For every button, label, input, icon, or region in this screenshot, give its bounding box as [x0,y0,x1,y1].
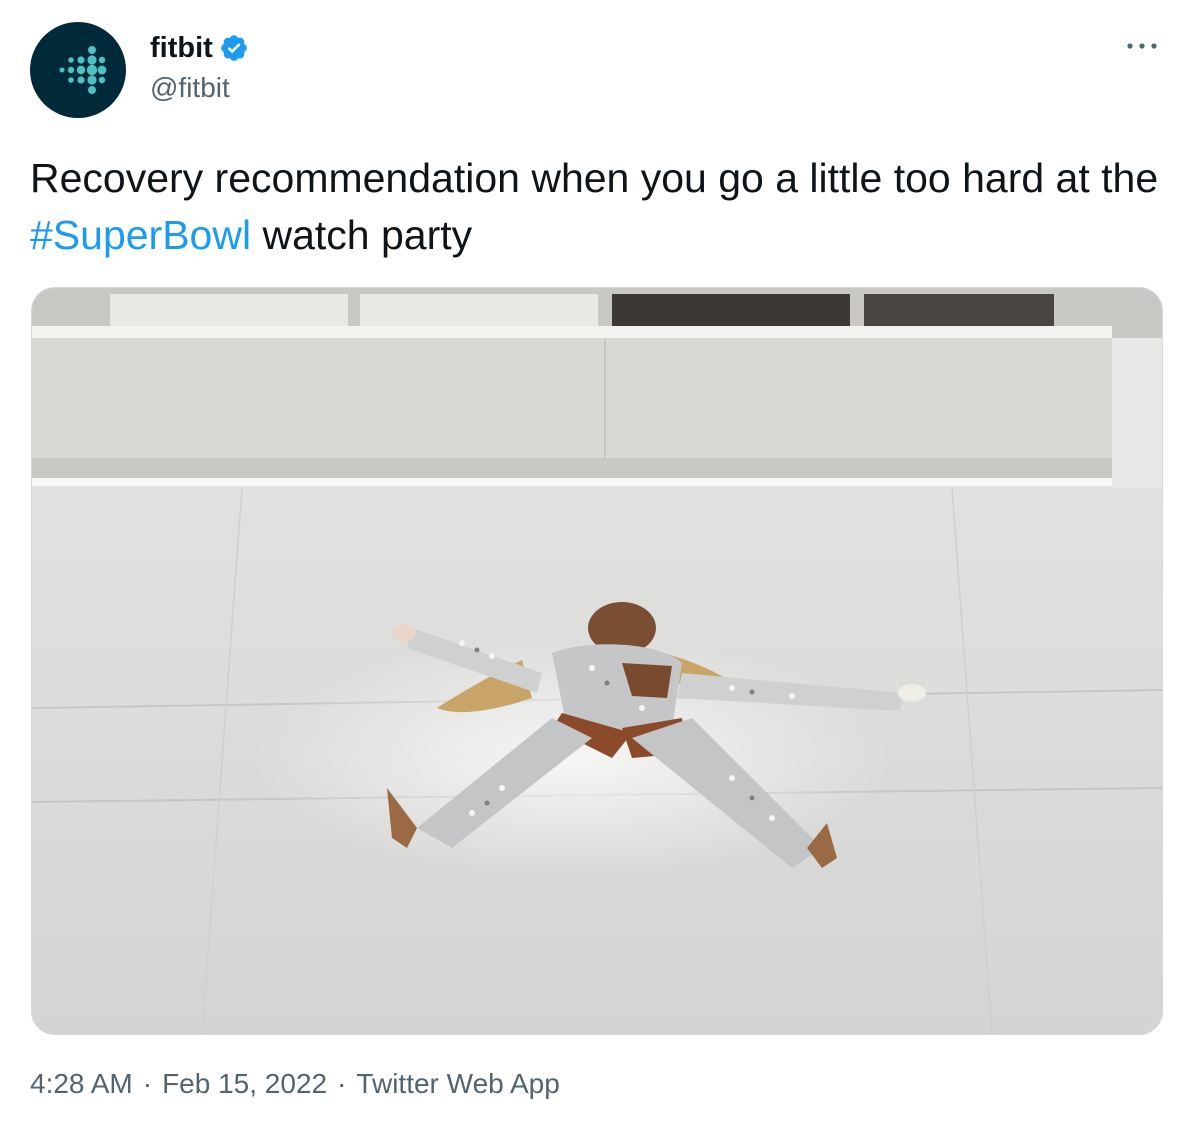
separator-dot: · [337,1068,347,1099]
tweet-text-part2: watch party [251,212,473,258]
display-name[interactable]: fitbit [150,32,213,65]
timestamp-time[interactable]: 4:28 AM [30,1068,133,1100]
tweet-photo[interactable] [31,287,1163,1035]
photo-illustration [32,288,1162,1034]
timestamp-date[interactable]: Feb 15, 2022 [162,1068,327,1100]
handle[interactable]: @fitbit [150,72,249,104]
tweet-text: Recovery recommendation when you go a li… [30,150,1160,264]
tweet-source[interactable]: Twitter Web App [356,1068,559,1100]
separator-dot: · [142,1068,153,1099]
avatar[interactable] [30,22,126,118]
fitbit-logo-icon [59,46,107,94]
tweet-metadata: 4:28 AM · Feb 15, 2022 · Twitter Web App [30,1068,560,1100]
tweet-card: fitbit @fitbit Recovery recommendation w… [0,0,1194,1128]
verified-badge-icon [221,35,247,61]
tweet-text-part1: Recovery recommendation when you go a li… [30,155,1159,201]
name-row: fitbit [150,30,249,66]
hashtag-link[interactable]: #SuperBowl [30,212,251,258]
author-block: fitbit @fitbit [150,30,249,104]
more-options-icon[interactable] [1122,34,1162,58]
